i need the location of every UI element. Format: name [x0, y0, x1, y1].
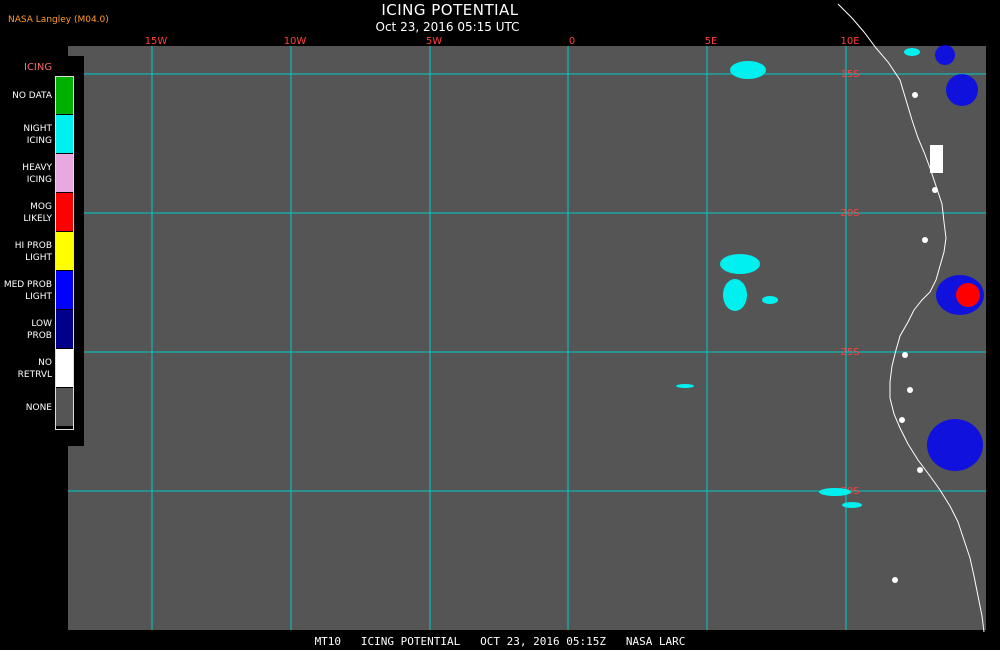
- icing-legend: ICING NO DATA NIGHT ICING HEAVY ICING MOG L…: [0, 56, 84, 446]
- no-retrieval-speck: [922, 237, 928, 243]
- latitude-label: 15S: [840, 69, 859, 80]
- legend-item-label: NO RETRVL: [17, 357, 52, 380]
- med-prob-area: [935, 45, 955, 65]
- legend-swatch: [56, 154, 74, 192]
- legend-item: HEAVY ICING: [0, 154, 76, 193]
- no-retrieval-speck: [917, 467, 923, 473]
- mog-likely-area: [956, 283, 980, 307]
- med-prob-area: [946, 74, 978, 106]
- longitude-labels: 15W 10W 5W 0 5E 10E: [145, 36, 860, 47]
- legend-item-label: MED PROB LIGHT: [3, 279, 52, 302]
- icing-map: 15W10W5W05E10E 15S20S25S30S: [68, 3, 986, 633]
- legend-heading: ICING: [24, 62, 53, 73]
- legend-swatch: [56, 349, 74, 387]
- legend-item: NIGHT ICING: [0, 115, 76, 154]
- map-timestamp: Oct 23, 2016 05:15 UTC: [375, 20, 520, 34]
- map-background: [68, 46, 986, 630]
- footer-caption: MT10 ICING POTENTIAL OCT 23, 2016 05:15Z…: [314, 635, 686, 648]
- legend-item: NO RETRVL: [0, 349, 76, 388]
- longitude-label: 5E: [705, 36, 718, 47]
- legend-swatch: [56, 193, 74, 231]
- legend-item: NONE: [0, 388, 76, 427]
- no-retrieval-speck: [899, 417, 905, 423]
- legend-swatch: [56, 388, 74, 426]
- latitude-label: 25S: [840, 347, 859, 358]
- night-icing-area: [730, 61, 766, 79]
- night-icing-area: [819, 488, 851, 496]
- no-retrieval-speck: [912, 92, 918, 98]
- med-prob-area: [927, 419, 983, 471]
- no-retrieval-area: [930, 145, 943, 173]
- legend-swatch: [56, 115, 74, 153]
- legend-item-label: NIGHT ICING: [23, 123, 52, 146]
- longitude-label: 15W: [145, 36, 168, 47]
- longitude-label: 5W: [426, 36, 442, 47]
- no-retrieval-speck: [902, 352, 908, 358]
- no-retrieval-speck: [892, 577, 898, 583]
- map-title: ICING POTENTIAL: [381, 1, 519, 19]
- legend-item-label: NO DATA: [12, 90, 52, 101]
- night-icing-area: [842, 502, 862, 508]
- night-icing-area: [676, 384, 694, 388]
- legend-item: NO DATA: [0, 76, 76, 115]
- night-icing-area: [723, 279, 747, 311]
- legend-swatch: [56, 310, 74, 348]
- legend-item-label: MOG LIKELY: [23, 201, 52, 224]
- night-icing-area: [720, 254, 760, 274]
- legend-swatch: [56, 271, 74, 309]
- legend-swatch: [56, 232, 74, 270]
- night-icing-area: [904, 48, 920, 56]
- legend-item: HI PROB LIGHT: [0, 232, 76, 271]
- latitude-label: 20S: [840, 208, 859, 219]
- longitude-label: 10W: [284, 36, 307, 47]
- legend-item: MED PROB LIGHT: [0, 271, 76, 310]
- legend-item: MOG LIKELY: [0, 193, 76, 232]
- legend-item-label: NONE: [25, 402, 52, 413]
- legend-swatch: [56, 76, 74, 114]
- longitude-label: 10E: [840, 36, 859, 47]
- longitude-label: 0: [569, 36, 575, 47]
- no-retrieval-speck: [907, 387, 913, 393]
- legend-item-label: HEAVY ICING: [22, 162, 52, 185]
- legend-item: LOW PROB: [0, 310, 76, 349]
- night-icing-area: [762, 296, 778, 304]
- legend-item-label: LOW PROB: [27, 318, 52, 341]
- legend-item-label: HI PROB LIGHT: [14, 240, 52, 263]
